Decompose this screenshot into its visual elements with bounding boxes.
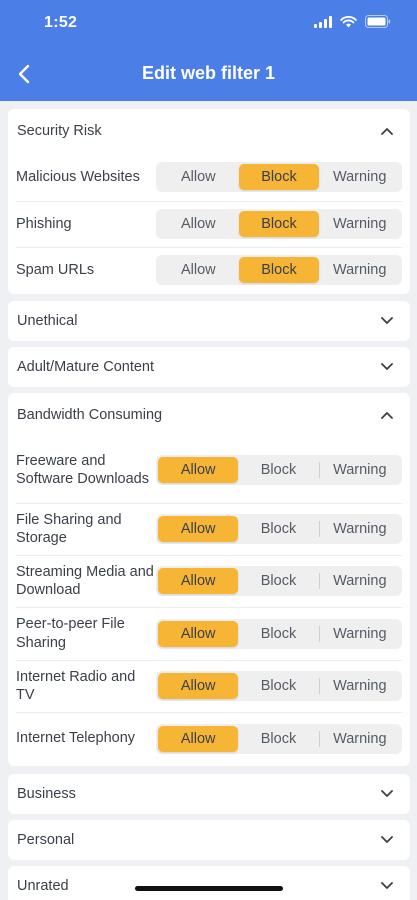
- option-warning[interactable]: Warning: [320, 516, 400, 542]
- option-block[interactable]: Block: [238, 726, 318, 752]
- action-selector: Allow Block Warning: [156, 514, 402, 544]
- category-card-bandwidth-consuming: Bandwidth Consuming Freeware and Softwar…: [8, 393, 410, 766]
- option-warning[interactable]: Warning: [320, 673, 400, 699]
- filter-row-internet-radio: Internet Radio and TV Allow Block Warnin…: [8, 660, 410, 712]
- option-block[interactable]: Block: [238, 673, 318, 699]
- filter-row-file-sharing: File Sharing and Storage Allow Block War…: [8, 503, 410, 555]
- category-card-unethical: Unethical: [8, 301, 410, 341]
- option-allow[interactable]: Allow: [158, 725, 239, 752]
- option-warning[interactable]: Warning: [320, 457, 400, 483]
- filter-label: Freeware and Software Downloads: [16, 452, 149, 488]
- filter-row-peer-to-peer: Peer-to-peer File Sharing Allow Block Wa…: [8, 607, 410, 660]
- battery-icon: [365, 15, 391, 28]
- filter-row-internet-telephony: Internet Telephony Allow Block Warning: [8, 712, 410, 765]
- filter-list: Security Risk Malicious Websites Allow B…: [0, 101, 417, 900]
- option-block[interactable]: Block: [238, 516, 318, 542]
- action-selector: Allow Block Warning: [156, 618, 402, 649]
- option-allow[interactable]: Allow: [158, 620, 239, 647]
- option-block[interactable]: Block: [238, 568, 318, 594]
- category-header-business[interactable]: Business: [8, 774, 410, 814]
- filter-label: Streaming Media and Download: [16, 563, 154, 599]
- status-icons: [314, 15, 391, 28]
- option-allow[interactable]: Allow: [158, 568, 239, 594]
- category-card-security-risk: Security Risk Malicious Websites Allow B…: [8, 109, 410, 294]
- category-header-personal[interactable]: Personal: [8, 820, 410, 860]
- category-card-unrated: Unrated: [8, 866, 410, 900]
- navigation-bar: Edit web filter 1: [0, 54, 417, 94]
- category-title: Unethical: [17, 313, 78, 329]
- filter-label: Internet Radio and TV: [16, 668, 136, 704]
- category-title: Adult/Mature Content: [17, 359, 155, 375]
- filter-label: Malicious Websites: [16, 168, 140, 185]
- action-selector: Allow Block Warning: [156, 455, 402, 485]
- category-header-unrated[interactable]: Unrated: [8, 866, 410, 900]
- option-allow[interactable]: Allow: [158, 257, 239, 283]
- filter-label: File Sharing and Storage: [16, 511, 122, 547]
- home-indicator[interactable]: [135, 886, 283, 891]
- filter-row-phishing: Phishing Allow Block Warning: [8, 201, 410, 247]
- filter-label: Peer-to-peer File Sharing: [16, 616, 125, 651]
- action-selector: Allow Block Warning: [156, 162, 402, 192]
- option-allow[interactable]: Allow: [158, 516, 239, 542]
- wifi-icon: [340, 15, 357, 27]
- category-title: Business: [17, 786, 76, 802]
- option-block[interactable]: Block: [238, 257, 320, 283]
- chevron-up-icon: [380, 124, 394, 138]
- chevron-down-icon: [380, 360, 394, 374]
- filter-row-spam-urls: Spam URLs Allow Block Warning: [8, 247, 410, 293]
- option-warning[interactable]: Warning: [320, 568, 400, 594]
- option-block[interactable]: Block: [238, 457, 318, 483]
- signal-icon: [314, 15, 332, 28]
- page-title: Edit web filter 1: [141, 63, 276, 83]
- option-warning[interactable]: Warning: [319, 257, 400, 283]
- action-selector: Allow Block Warning: [156, 671, 402, 701]
- option-allow[interactable]: Allow: [158, 673, 239, 699]
- option-warning[interactable]: Warning: [320, 621, 400, 647]
- option-block[interactable]: Block: [238, 621, 318, 647]
- chevron-down-icon: [380, 879, 394, 893]
- action-selector: Allow Block Warning: [156, 209, 402, 239]
- category-title: Bandwidth Consuming: [17, 407, 163, 423]
- category-title: Unrated: [17, 878, 69, 894]
- category-card-business: Business: [8, 774, 410, 814]
- category-title: Security Risk: [17, 123, 102, 139]
- status-time: 1:52: [44, 14, 78, 31]
- filter-row-malicious-websites: Malicious Websites Allow Block Warning: [8, 153, 410, 201]
- action-selector: Allow Block Warning: [156, 566, 402, 596]
- chevron-down-icon: [380, 833, 394, 847]
- filter-label: Internet Telephony: [16, 730, 136, 747]
- chevron-up-icon: [380, 408, 394, 422]
- option-allow[interactable]: Allow: [158, 457, 239, 483]
- category-title: Personal: [17, 832, 75, 848]
- option-block[interactable]: Block: [238, 211, 320, 237]
- action-selector: Allow Block Warning: [156, 723, 402, 754]
- category-header-adult-mature-content[interactable]: Adult/Mature Content: [8, 347, 410, 387]
- filter-row-freeware-downloads: Freeware and Software Downloads Allow Bl…: [8, 437, 410, 503]
- option-warning[interactable]: Warning: [320, 726, 400, 752]
- category-header-bandwidth-consuming[interactable]: Bandwidth Consuming: [8, 393, 410, 437]
- chevron-down-icon: [380, 314, 394, 328]
- filter-label: Spam URLs: [16, 261, 95, 278]
- filter-label: Phishing: [16, 215, 72, 232]
- filter-row-streaming-media: Streaming Media and Download Allow Block…: [8, 555, 410, 607]
- option-warning[interactable]: Warning: [319, 211, 400, 237]
- category-header-unethical[interactable]: Unethical: [8, 301, 410, 341]
- app-header: 1:52 Edit web filter 1: [0, 0, 417, 101]
- chevron-down-icon: [380, 787, 394, 801]
- option-allow[interactable]: Allow: [158, 164, 239, 190]
- option-block[interactable]: Block: [238, 164, 320, 190]
- category-header-security-risk[interactable]: Security Risk: [8, 109, 410, 153]
- action-selector: Allow Block Warning: [156, 255, 402, 285]
- option-warning[interactable]: Warning: [319, 164, 400, 190]
- category-card-personal: Personal: [8, 820, 410, 860]
- status-bar: 1:52: [0, 0, 417, 46]
- option-allow[interactable]: Allow: [158, 211, 239, 237]
- category-card-adult-mature-content: Adult/Mature Content: [8, 347, 410, 387]
